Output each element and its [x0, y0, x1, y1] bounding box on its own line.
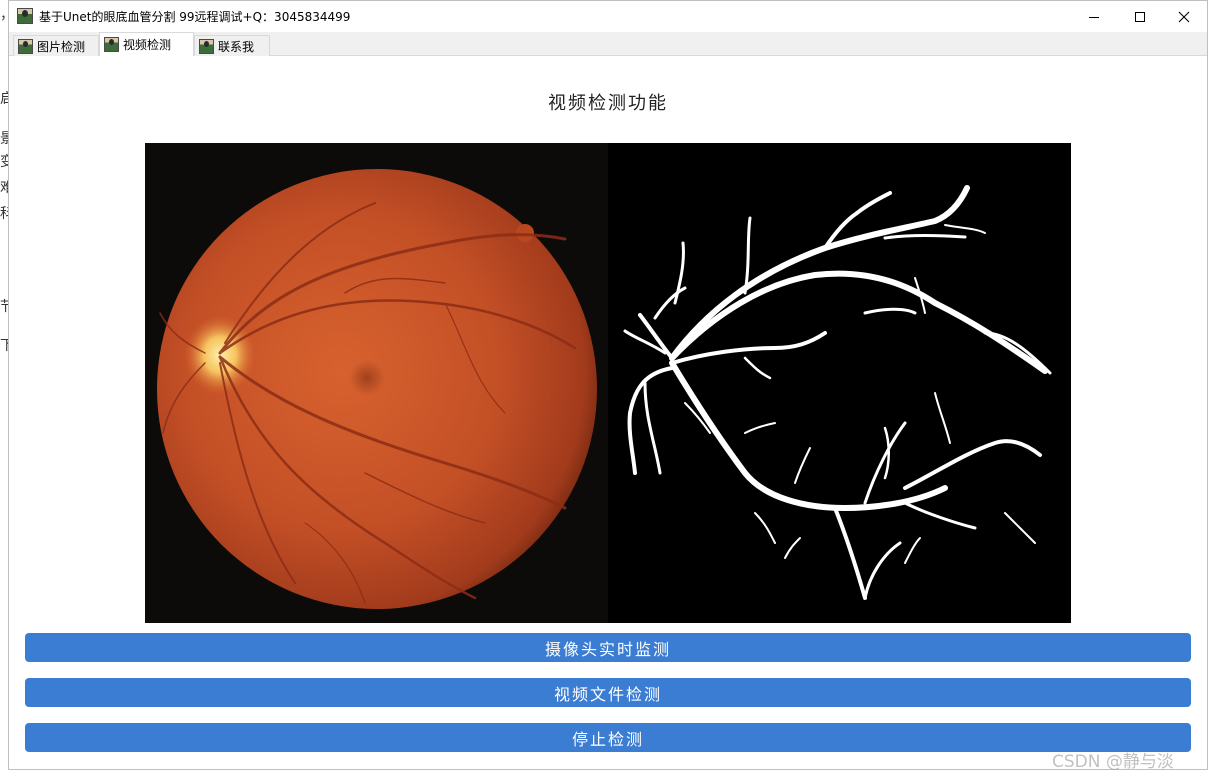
tab-label: 视频检测 [123, 38, 172, 52]
title-bar[interactable]: 基于Unet的眼底血管分割 99远程调试+Q：3045834499 [9, 1, 1207, 32]
tab-label: 图片检测 [37, 39, 86, 54]
tab-image-detection[interactable]: 图片检测 [13, 35, 99, 56]
segmentation-mask-background [608, 143, 1071, 623]
tab-avatar-icon [199, 38, 214, 54]
csdn-watermark: CSDN @静与淡 [1052, 752, 1174, 772]
result-image-panel [145, 143, 1071, 623]
video-file-detect-button[interactable]: 视频文件检测 [25, 678, 1191, 707]
tab-video-detection[interactable]: 视频检测 [99, 32, 194, 56]
tab-bar: 图片检测 视频检测 联系我 [9, 32, 1207, 56]
tab-contact[interactable]: 联系我 [194, 35, 270, 56]
minimize-icon [1089, 16, 1099, 18]
app-icon [17, 8, 33, 24]
maximize-icon [1135, 11, 1145, 22]
minimize-button[interactable] [1071, 1, 1117, 32]
tab-label: 联系我 [218, 39, 255, 54]
app-window: 基于Unet的眼底血管分割 99远程调试+Q：3045834499 图片检测 视… [8, 0, 1208, 770]
maximize-button[interactable] [1117, 1, 1163, 32]
page-title: 视频检测功能 [548, 93, 668, 114]
tab-avatar-icon [18, 38, 33, 54]
window-title: 基于Unet的眼底血管分割 99远程调试+Q：3045834499 [39, 10, 351, 24]
tab-avatar-icon [104, 37, 119, 52]
desktop: ， 启 景 变 难 科 节 下 基于Unet的眼底血管分割 99远程调试+Q：3… [0, 0, 1216, 778]
close-button[interactable] [1161, 1, 1207, 32]
fundus-photo [157, 169, 597, 609]
close-icon [1178, 11, 1190, 22]
stop-detection-button[interactable]: 停止检测 [25, 723, 1191, 752]
fundus-comparison-image [145, 143, 1071, 623]
camera-monitor-button[interactable]: 摄像头实时监测 [25, 633, 1191, 662]
